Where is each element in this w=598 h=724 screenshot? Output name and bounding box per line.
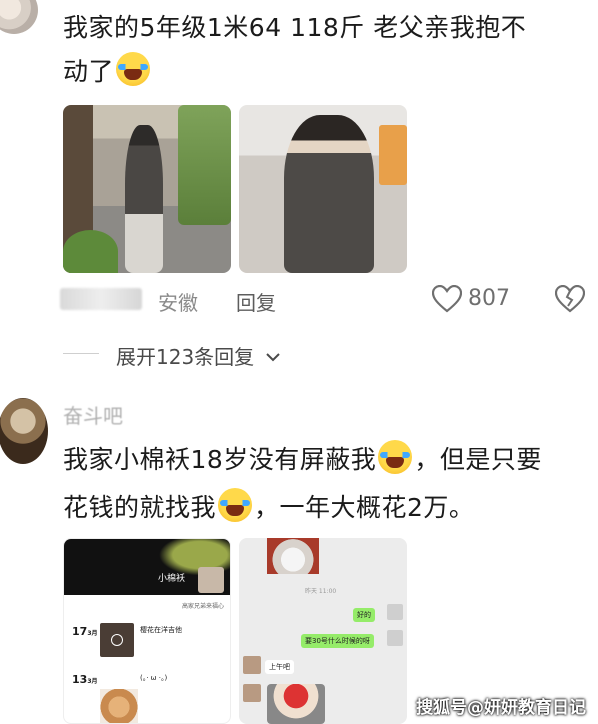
post-month: 3月: [87, 630, 98, 637]
video-thumbnail[interactable]: [100, 623, 134, 657]
crying-laughing-emoji-icon: [218, 488, 253, 522]
comment-text: 动了: [63, 52, 152, 92]
crying-laughing-emoji-icon: [378, 440, 413, 474]
avatar: [387, 604, 403, 620]
broken-heart-icon[interactable]: [555, 285, 585, 313]
profile-name: 小棉袄: [158, 574, 186, 584]
signature-text: 高家兄弟来福心: [182, 603, 225, 610]
comment-text: 我家小棉袄18岁没有屏蔽我 ，但是只要: [63, 440, 542, 480]
avatar[interactable]: [0, 398, 48, 464]
avatar: [198, 567, 224, 593]
reply-button[interactable]: 回复: [236, 287, 276, 316]
avatar[interactable]: [0, 0, 38, 34]
comment-image-4[interactable]: 昨天 11:00 好的 要30号什么时候的呀 上午吧: [239, 538, 407, 724]
expand-replies-label: 展开123条回复: [116, 345, 255, 369]
food-image: [100, 689, 138, 723]
avatar: [243, 656, 261, 674]
comment-text-line: 我家的5年级1米64 118斤 老父亲我抱不: [63, 13, 527, 42]
post-text: (。· ω ·。): [140, 674, 168, 682]
blurred-username: [60, 288, 142, 310]
post-month: 3月: [87, 678, 98, 685]
comment-text-line: ，一年大概花2万。: [254, 493, 475, 522]
comment-image-2[interactable]: [239, 105, 407, 273]
comment-text-line: ，但是只要: [414, 445, 542, 474]
comment-image-1[interactable]: [63, 105, 231, 273]
heart-icon[interactable]: [432, 285, 462, 313]
comment-text: 我家的5年级1米64 118斤 老父亲我抱不: [63, 8, 526, 48]
chat-timestamp: 昨天 11:00: [305, 588, 337, 595]
sticker-image: [267, 684, 325, 724]
post-day: 17: [72, 625, 88, 638]
watermark: 搜狐号@妍妍教育日记: [416, 698, 586, 718]
comment-text-line: 动了: [63, 57, 115, 86]
avatar: [243, 684, 261, 702]
username[interactable]: 奋斗吧: [63, 400, 123, 429]
post-date: 173月: [72, 625, 98, 638]
divider: [63, 353, 99, 354]
chevron-down-icon: [265, 353, 280, 362]
expand-replies-button[interactable]: 展开123条回复: [116, 341, 281, 370]
comment-text-line: 花钱的就找我: [63, 493, 217, 522]
chat-message: 要30号什么时候的呀: [301, 634, 374, 648]
chat-message: 上午吧: [265, 660, 294, 674]
cat-sticker: [267, 538, 319, 574]
comment-text: 花钱的就找我 ，一年大概花2万。: [63, 488, 474, 528]
post-date: 133月: [72, 673, 98, 686]
comment-image-3[interactable]: 小棉袄 高家兄弟来福心 173月 樱花在洋吉他 133月 (。· ω ·。): [63, 538, 231, 724]
avatar: [387, 630, 403, 646]
chat-message: 好的: [353, 608, 375, 622]
crying-laughing-emoji-icon: [116, 52, 151, 86]
like-count: 807: [468, 286, 510, 311]
post-day: 13: [72, 673, 88, 686]
comment-text-line: 我家小棉袄18岁没有屏蔽我: [63, 445, 377, 474]
post-text: 樱花在洋吉他: [140, 626, 182, 634]
location-label: 安徽: [158, 291, 198, 315]
